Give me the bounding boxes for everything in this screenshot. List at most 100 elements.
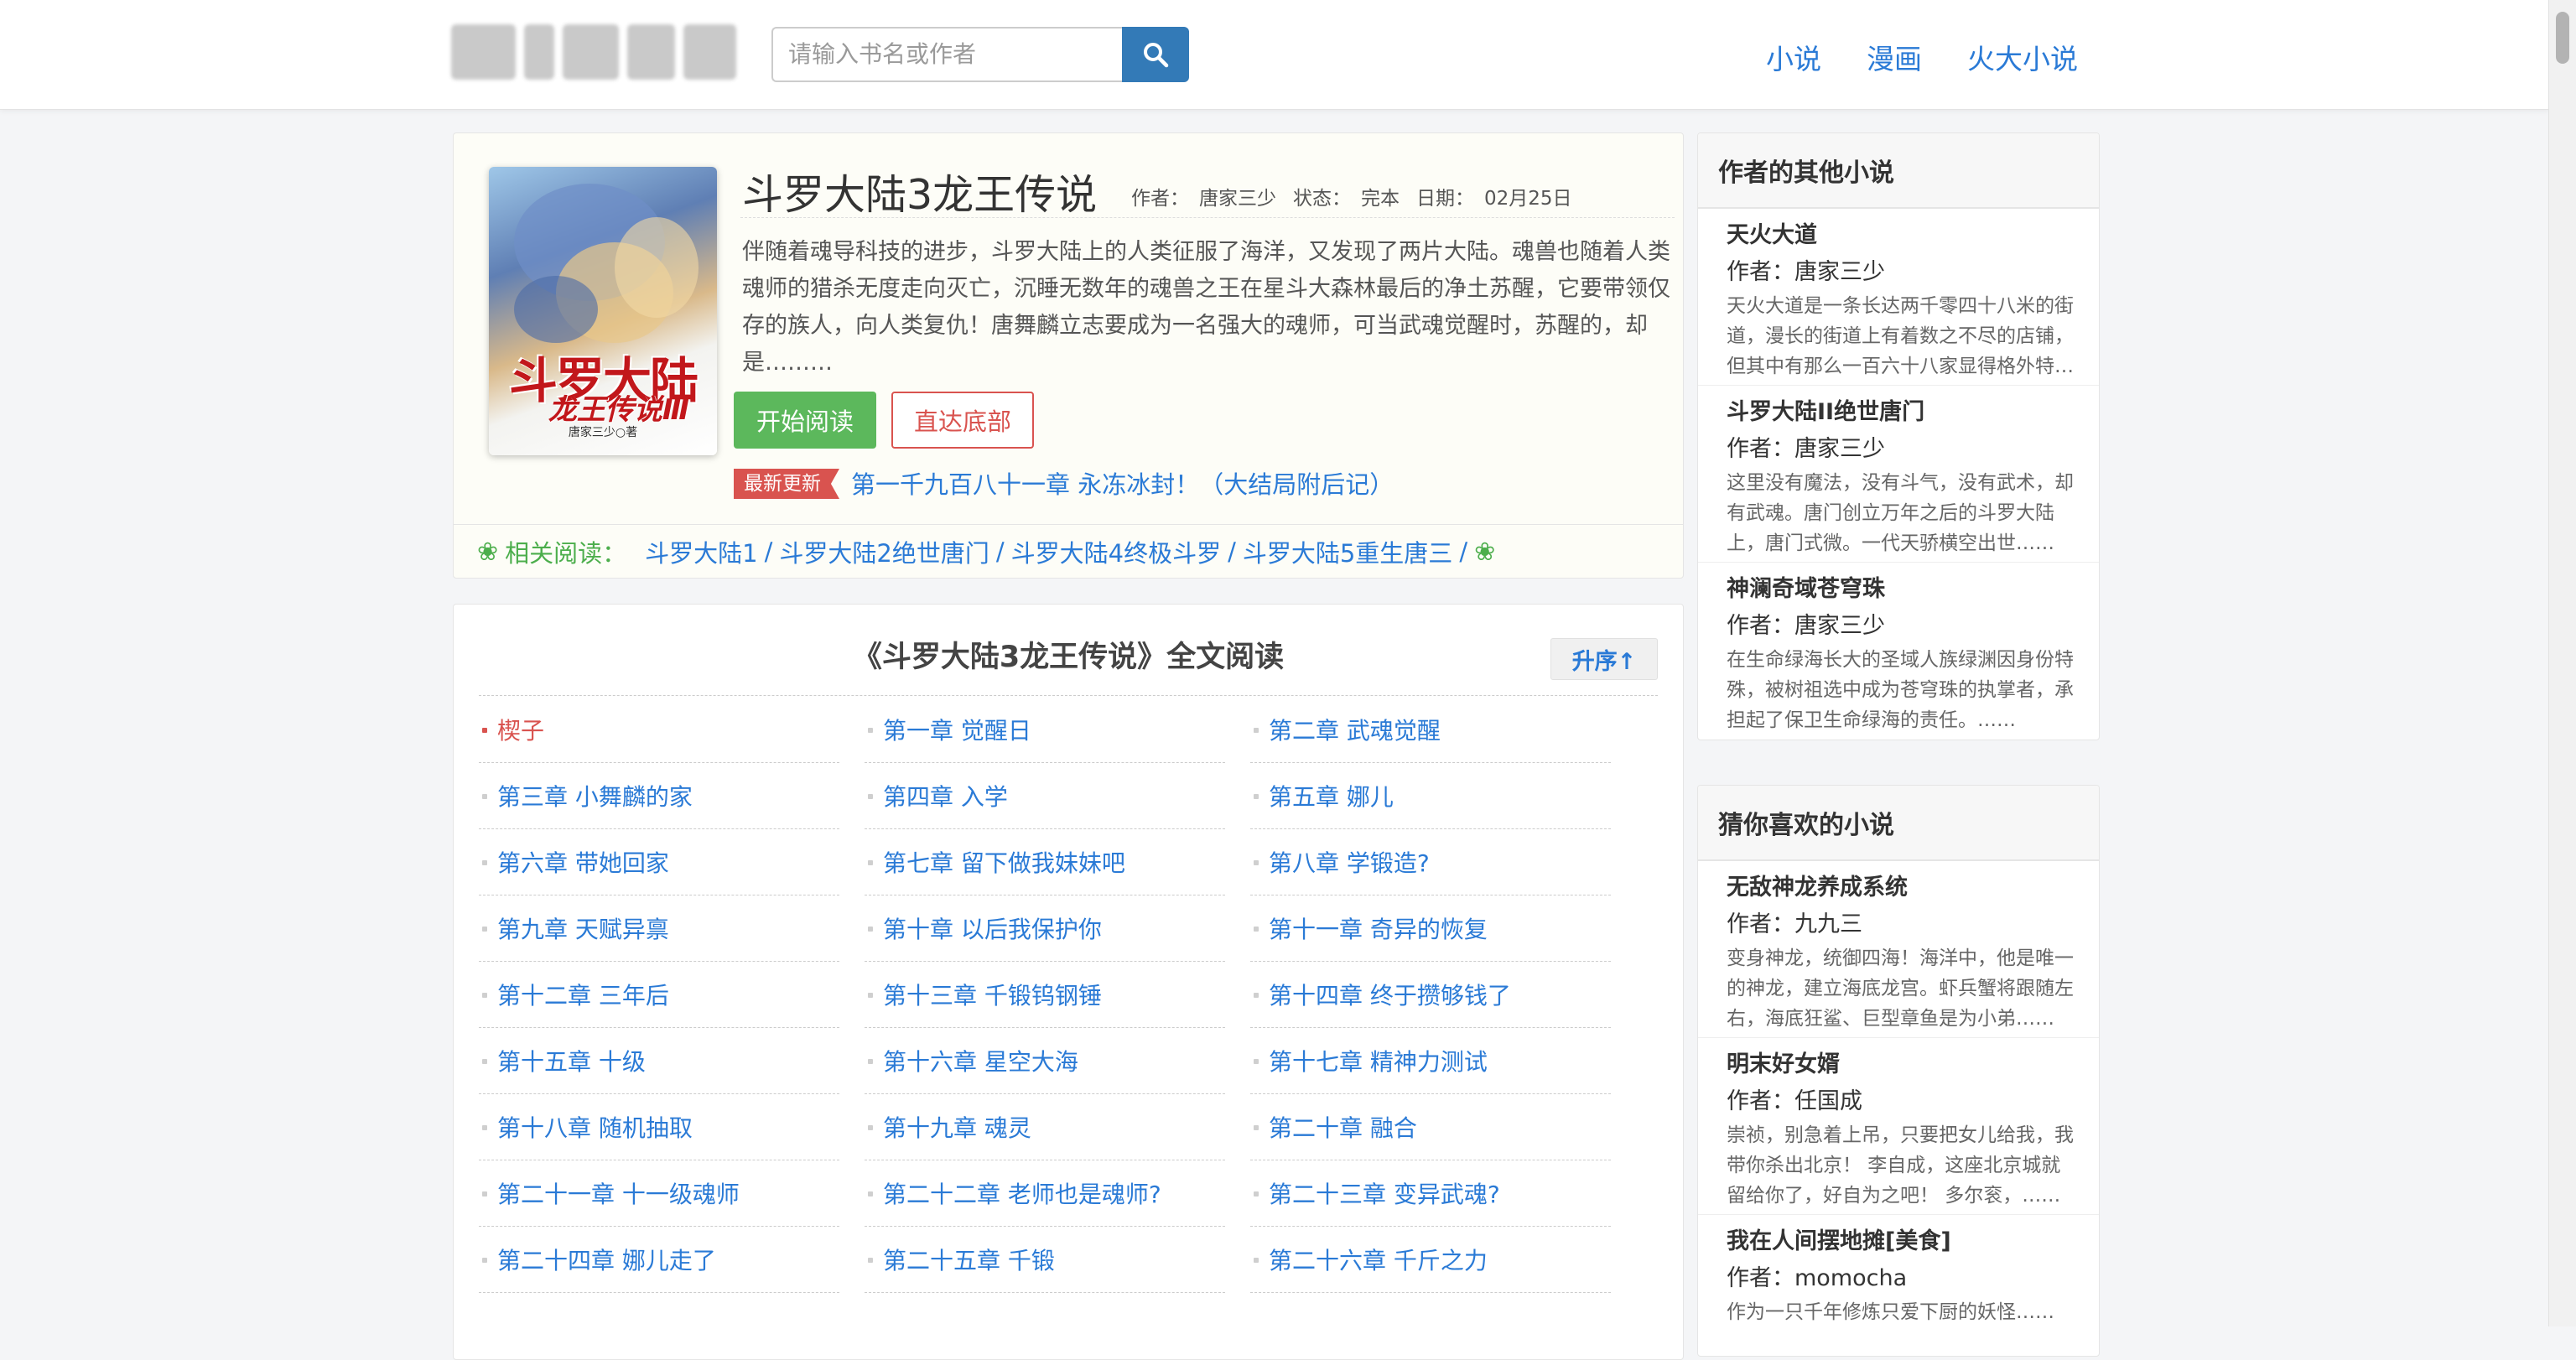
book-title: 斗罗大陆3龙王传说 [742,171,1098,219]
chapter-list-title: 《斗罗大陆3龙王传说》全文阅读 [852,641,1285,674]
novel-description: 这里没有魔法，没有斗气，没有武术，却有武魂。唐门创立万年之后的斗罗大陆上，唐门式… [1727,472,2074,554]
chapter-list-card: 《斗罗大陆3龙王传说》全文阅读 升序↑ 楔子 第一章 觉醒日 第二章 武魂觉醒第三章… [453,604,1684,1360]
novel-description: 作为一只千年修炼只爱下厨的妖怪…… [1727,1301,2054,1323]
novel-author: 作者：唐家三少 [1727,259,1885,285]
author-meta: 作者： 唐家三少 [1131,182,1276,210]
sort-ascending-button[interactable]: 升序↑ [1550,638,1658,680]
novel-title[interactable]: 明末好女婿 [1727,1046,2079,1083]
chapter-link[interactable]: 第十四章 终于攒够钱了 [1250,962,1611,1028]
clover-icon: ❀ [1474,537,1496,567]
date-value: 02月25日 [1484,188,1572,210]
chapter-link[interactable]: 第八章 学锻造? [1250,829,1611,895]
status-label: 状态： [1293,188,1351,210]
chapter-link[interactable]: 第十六章 星空大海 [865,1028,1225,1094]
title-divider [740,217,1675,218]
related-link[interactable]: 斗罗大陆4终极斗罗 [1011,534,1221,569]
novel-item[interactable]: 我在人间摆地摊[美食] 作者：momocha 作为一只千年修炼只爱下厨的妖怪…… [1698,1215,2099,1356]
go-to-bottom-button[interactable]: 直达底部 [891,392,1034,449]
chapter-link[interactable]: 第十五章 十级 [479,1028,839,1094]
chapter-link[interactable]: 第十三章 千锻钨钢锤 [865,962,1225,1028]
novel-description: 变身神龙，统御四海！海洋中，他是唯一的神龙，建立海底龙宫。虾兵蟹将跟随左右，海底… [1727,947,2074,1030]
novel-title[interactable]: 无敌神龙养成系统 [1727,869,2079,906]
chapter-link[interactable]: 第十九章 魂灵 [865,1094,1225,1160]
panel-heading: 猜你喜欢的小说 [1698,786,2099,861]
scrollbar-thumb[interactable] [2556,12,2569,64]
chapter-link[interactable]: 第二十六章 千斤之力 [1250,1227,1611,1293]
nav-novel[interactable]: 小说 [1766,37,1821,77]
chapter-grid: 楔子 第一章 觉醒日 第二章 武魂觉醒第三章 小舞麟的家 第四章 入学 第五章 娜儿第六… [479,697,1658,1293]
novel-title[interactable]: 斗罗大陆II绝世唐门 [1727,394,2079,431]
separator: / [1228,537,1236,566]
top-bar: 小说 漫画 火大小说 [0,0,2549,110]
separator: / [764,537,773,566]
nav-comic[interactable]: 漫画 [1867,37,1922,77]
chapter-link[interactable]: 第三章 小舞麟的家 [479,763,839,829]
latest-chapter-link[interactable]: 第一千九百八十一章 永冻冰封！（大结局附后记） [851,465,1394,501]
chapter-link[interactable]: 第九章 天赋异禀 [479,895,839,962]
separator: / [995,537,1005,566]
novel-description: 崇祯，别急着上吊，只要把女儿给我，我带你杀出北京！ 李自成，这座北京城就留给你了… [1727,1124,2074,1207]
novel-item[interactable]: 明末好女婿 作者：任国成 崇祯，别急着上吊，只要把女儿给我，我带你杀出北京！ 李… [1698,1038,2099,1215]
search-bar [771,27,1189,82]
related-reading-bar: ❀ 相关阅读： 斗罗大陆1/ 斗罗大陆2绝世唐门 / 斗罗大陆4终极斗罗 / 斗罗大… [454,524,1683,579]
chapter-link[interactable]: 第十一章 奇异的恢复 [1250,895,1611,962]
search-button[interactable] [1122,27,1189,82]
chapter-link[interactable]: 第一章 觉醒日 [865,697,1225,763]
chapter-link[interactable]: 第二十五章 千锻 [865,1227,1225,1293]
chapter-link[interactable]: 第二章 武魂觉醒 [1250,697,1611,763]
novel-item[interactable]: 无敌神龙养成系统 作者：九九三 变身神龙，统御四海！海洋中，他是唯一的神龙，建立… [1698,861,2099,1038]
novel-author: 作者：九九三 [1727,911,1862,937]
novel-description: 在生命绿海长大的圣域人族绿渊因身份特殊，被树祖选中成为苍穹珠的执掌者，承担起了保… [1727,649,2074,731]
book-cover[interactable]: 斗罗大陆 龙王传说Ⅲ 唐家三少○著 [489,167,717,455]
novel-item[interactable]: 神澜奇域苍穹珠 作者：唐家三少 在生命绿海长大的圣域人族绿渊因身份特殊，被树祖选… [1698,563,2099,740]
date-meta: 日期： 02月25日 [1416,182,1572,210]
start-reading-button[interactable]: 开始阅读 [734,392,876,449]
novel-description: 天火大道是一条长达两千零四十八米的街道，漫长的街道上有着数之不尽的店铺，但其中有… [1727,295,2074,377]
chapter-link[interactable]: 第五章 娜儿 [1250,763,1611,829]
related-link[interactable]: 斗罗大陆1 [645,534,757,569]
chapter-link[interactable]: 第十二章 三年后 [479,962,839,1028]
novel-author: 作者：唐家三少 [1727,436,1885,462]
search-input[interactable] [771,27,1122,82]
novel-author: 作者：任国成 [1727,1088,1862,1114]
chapter-link[interactable]: 第十八章 随机抽取 [479,1094,839,1160]
author-label: 作者： [1131,188,1189,210]
site-logo[interactable] [451,22,736,82]
chapter-link[interactable]: 第二十三章 变异武魂? [1250,1160,1611,1227]
separator: / [1459,537,1468,566]
related-link[interactable]: 斗罗大陆5重生唐三 [1243,534,1452,569]
chapter-link[interactable]: 第十七章 精神力测试 [1250,1028,1611,1094]
nav-hot-novel[interactable]: 火大小说 [1967,37,2078,77]
date-label: 日期： [1416,188,1474,210]
novel-title[interactable]: 神澜奇域苍穹珠 [1727,571,2079,608]
chapter-list-divider [479,695,1658,696]
search-icon [1144,43,1169,68]
main-nav: 小说 漫画 火大小说 [1766,37,2078,77]
chapter-link[interactable]: 第六章 带她回家 [479,829,839,895]
related-label: 相关阅读： [505,539,627,568]
chapter-link[interactable]: 第四章 入学 [865,763,1225,829]
chapter-link[interactable]: 第七章 留下做我妹妹吧 [865,829,1225,895]
chapter-link[interactable]: 第二十一章 十一级魂师 [479,1160,839,1227]
book-description: 伴随着魂导科技的进步，斗罗大陆上的人类征服了海洋，又发现了两片大陆。魂兽也随着人… [742,239,1670,376]
novel-title[interactable]: 我在人间摆地摊[美食] [1727,1223,2079,1260]
novel-title[interactable]: 天火大道 [1727,217,2079,254]
latest-update-badge: 最新更新 [734,469,839,499]
clover-icon: ❀ [477,537,499,567]
book-meta: 作者： 唐家三少 状态： 完本 日期： 02月25日 [1131,182,1572,210]
chapter-link[interactable]: 第二十章 融合 [1250,1094,1611,1160]
novel-item[interactable]: 天火大道 作者：唐家三少 天火大道是一条长达两千零四十八米的街道，漫长的街道上有… [1698,209,2099,386]
novel-item[interactable]: 斗罗大陆II绝世唐门 作者：唐家三少 这里没有魔法，没有斗气，没有武术，却有武魂… [1698,386,2099,563]
chapter-link[interactable]: 第二十二章 老师也是魂师? [865,1160,1225,1227]
chapter-link[interactable]: 楔子 [479,697,839,763]
author-value: 唐家三少 [1199,188,1276,210]
panel-heading: 作者的其他小说 [1698,133,2099,209]
related-link[interactable]: 斗罗大陆2绝世唐门 [779,534,989,569]
chapter-link[interactable]: 第二十四章 娜儿走了 [479,1227,839,1293]
book-info-card: 斗罗大陆 龙王传说Ⅲ 唐家三少○著 斗罗大陆3龙王传说 作者： 唐家三少 状态： 完… [453,132,1684,579]
chapter-link[interactable]: 第十章 以后我保护你 [865,895,1225,962]
cover-author: 唐家三少○著 [568,426,638,439]
status-value: 完本 [1361,188,1400,210]
guess-you-like-panel: 猜你喜欢的小说 无敌神龙养成系统 作者：九九三 变身神龙，统御四海！海洋中，他是… [1697,785,2100,1357]
page-scrollbar[interactable] [2548,0,2576,1326]
